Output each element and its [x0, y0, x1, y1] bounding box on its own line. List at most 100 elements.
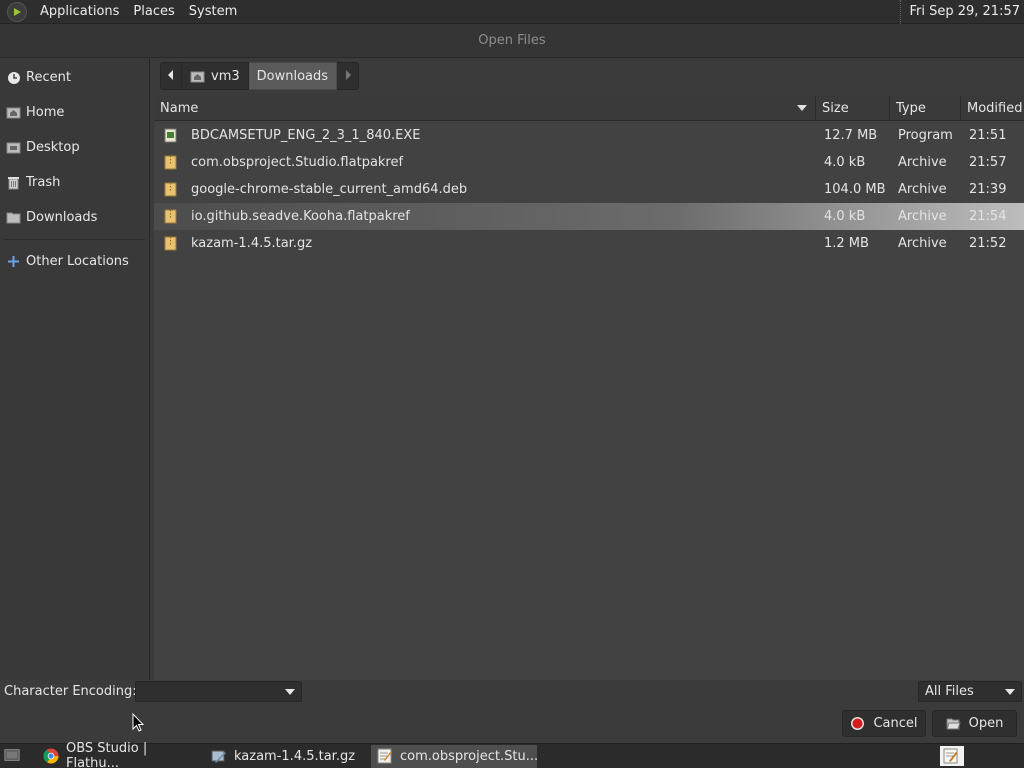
table-row[interactable]: BDCAMSETUP_ENG_2_3_1_840.EXE 12.7 MB Pro…: [154, 122, 1024, 149]
open-button[interactable]: Open: [932, 710, 1017, 737]
sidebar-item-label: Trash: [26, 175, 61, 190]
system-menu[interactable]: System: [182, 4, 244, 19]
dialog-footer: Character Encoding: All Files Cancel Ope…: [0, 680, 1024, 743]
sidebar-item-label: Home: [26, 105, 65, 120]
table-row[interactable]: com.obsproject.Studio.flatpakref 4.0 kB …: [154, 149, 1024, 176]
file-manager-icon: [211, 748, 227, 764]
archive-icon: [164, 236, 177, 251]
cancel-label: Cancel: [873, 716, 918, 731]
taskbar-item-kazam[interactable]: kazam-1.4.5.tar.gz: [205, 745, 371, 768]
archive-icon: [164, 209, 177, 224]
column-header-label: Type: [896, 100, 926, 116]
file-size: 4.0 kB: [824, 155, 866, 170]
column-header-label: Modified: [967, 100, 1023, 116]
chevron-left-icon: [167, 69, 175, 84]
path-segment-vm3[interactable]: vm3: [182, 62, 249, 90]
chrome-icon: [43, 748, 59, 764]
distro-logo-icon[interactable]: [7, 1, 27, 22]
file-name: kazam-1.4.5.tar.gz: [191, 236, 313, 251]
mouse-pointer-icon: [132, 712, 145, 737]
chevron-down-icon: [285, 689, 295, 695]
sidebar-item-label: Other Locations: [26, 254, 129, 269]
chevron-down-icon: [1005, 689, 1015, 695]
open-label: Open: [968, 716, 1004, 731]
cancel-button[interactable]: Cancel: [842, 710, 926, 737]
character-encoding-label: Character Encoding:: [4, 684, 137, 699]
taskbar-item-obs-studio[interactable]: OBS Studio | Flathu...: [37, 741, 205, 768]
plus-icon: [6, 255, 21, 269]
sidebar-item-downloads[interactable]: Downloads: [0, 200, 149, 235]
file-size: 4.0 kB: [824, 209, 866, 224]
column-header-modified[interactable]: Modified: [961, 96, 1024, 121]
column-header-row: Name Size Type Modified: [154, 95, 1024, 121]
file-list: Name Size Type Modified BDCAMSETUP_ENG_2…: [154, 95, 1024, 680]
top-panel: Applications Places System Fri Sep 29, 2…: [0, 0, 1024, 24]
sidebar-item-home[interactable]: Home: [0, 95, 149, 130]
task-label: com.obsproject.Stu...: [400, 748, 539, 764]
taskbar: OBS Studio | Flathu... kazam-1.4.5.tar.g…: [0, 741, 1024, 768]
file-name: BDCAMSETUP_ENG_2_3_1_840.EXE: [191, 128, 421, 143]
path-segment-label: vm3: [211, 68, 240, 84]
file-filter-dropdown[interactable]: All Files: [918, 681, 1022, 702]
table-row[interactable]: google-chrome-stable_current_amd64.deb 1…: [154, 176, 1024, 203]
file-modified: 21:52: [969, 236, 1007, 251]
file-size: 12.7 MB: [824, 128, 878, 143]
table-row[interactable]: kazam-1.4.5.tar.gz 1.2 MB Archive 21:52: [154, 230, 1024, 257]
taskbar-item-com-obsproject[interactable]: com.obsproject.Stu...: [371, 744, 539, 768]
file-name: io.github.seadve.Kooha.flatpakref: [191, 209, 410, 224]
file-modified: 21:54: [969, 209, 1007, 224]
file-type: Archive: [898, 182, 947, 197]
clock[interactable]: Fri Sep 29, 21:57: [900, 0, 1020, 24]
file-name: google-chrome-stable_current_amd64.deb: [191, 182, 468, 197]
task-label: OBS Studio | Flathu...: [66, 741, 148, 768]
file-size: 1.2 MB: [824, 236, 869, 251]
applications-menu[interactable]: Applications: [33, 4, 126, 19]
chevron-right-icon: [344, 69, 352, 84]
sidebar-item-trash[interactable]: Trash: [0, 165, 149, 200]
folder-icon: [6, 211, 21, 225]
path-segment-label: Downloads: [256, 68, 329, 84]
character-encoding-dropdown[interactable]: [135, 681, 302, 702]
table-row-selected[interactable]: io.github.seadve.Kooha.flatpakref 4.0 kB…: [154, 203, 1024, 230]
archive-icon: [164, 155, 177, 170]
file-modified: 21:57: [969, 155, 1007, 170]
filter-value: All Files: [925, 684, 974, 699]
column-header-label: Size: [822, 100, 849, 116]
sort-descending-icon: [797, 104, 807, 111]
file-type: Archive: [898, 236, 947, 251]
column-header-label: Name: [160, 100, 199, 116]
archive-icon: [164, 182, 177, 197]
file-type: Archive: [898, 155, 947, 170]
home-icon: [190, 70, 205, 83]
sidebar-item-recent[interactable]: Recent: [0, 60, 149, 95]
column-header-name[interactable]: Name: [154, 95, 816, 121]
show-desktop-button[interactable]: [0, 745, 31, 768]
path-forward-button[interactable]: [337, 62, 360, 90]
column-header-type[interactable]: Type: [890, 95, 961, 121]
file-modified: 21:51: [969, 128, 1007, 143]
tray-notes-button[interactable]: [940, 746, 964, 766]
path-segment-downloads[interactable]: Downloads: [248, 62, 338, 90]
path-back-button[interactable]: [160, 62, 182, 90]
sidebar-item-other-locations[interactable]: Other Locations: [0, 244, 149, 279]
notes-icon: [943, 748, 959, 764]
places-sidebar: Recent Home Desktop Trash Downloads Othe…: [0, 58, 150, 680]
open-folder-icon: [945, 717, 961, 730]
dialog-title: Open Files: [0, 24, 1024, 58]
clock-icon: [6, 71, 21, 85]
column-header-size[interactable]: Size: [816, 95, 890, 121]
sidebar-separator: [4, 239, 145, 240]
sidebar-item-label: Downloads: [26, 210, 98, 225]
places-menu[interactable]: Places: [126, 4, 181, 19]
sidebar-item-label: Desktop: [26, 140, 80, 155]
file-size: 104.0 MB: [824, 182, 886, 197]
path-bar: vm3 Downloads: [160, 62, 360, 90]
sidebar-item-desktop[interactable]: Desktop: [0, 130, 149, 165]
sidebar-item-label: Recent: [26, 70, 71, 85]
home-icon: [6, 106, 21, 120]
file-modified: 21:39: [969, 182, 1007, 197]
task-label: kazam-1.4.5.tar.gz: [234, 748, 356, 764]
desktop-icon: [6, 141, 21, 155]
trash-icon: [6, 176, 21, 190]
text-editor-icon: [377, 748, 393, 764]
